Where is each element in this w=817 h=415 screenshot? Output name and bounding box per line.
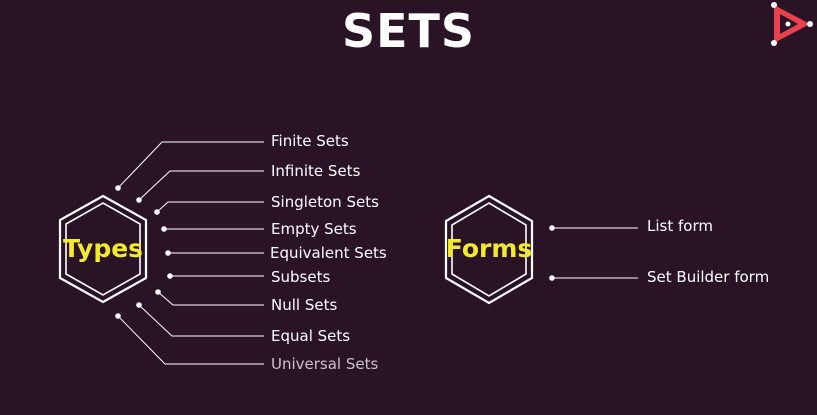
forms-label: Forms	[445, 234, 533, 263]
types-item-null-sets: Null Sets	[271, 296, 338, 314]
types-label: Types	[62, 234, 144, 263]
connector-universal-sets	[117, 315, 264, 365]
forms-connectors	[552, 227, 638, 279]
types-item-universal-sets: Universal Sets	[271, 355, 379, 373]
diagram-canvas	[58, 141, 638, 365]
forms-connector-dots	[549, 225, 555, 281]
types-item-finite-sets: Finite Sets	[271, 132, 349, 150]
forms-item-list-form: List form	[647, 217, 713, 235]
types-item-subsets: Subsets	[271, 268, 331, 286]
types-item-equivalent-sets: Equivalent Sets	[270, 244, 387, 262]
types-item-singleton-sets: Singleton Sets	[271, 193, 379, 211]
connector-singleton-sets	[156, 201, 264, 213]
slide: SETS Types Forms Finite Sets Infinite Se…	[0, 0, 817, 415]
connector-null-sets	[157, 291, 264, 306]
types-item-infinite-sets: Infinite Sets	[271, 162, 361, 180]
connector-infinite-sets	[138, 170, 264, 201]
types-item-equal-sets: Equal Sets	[271, 327, 351, 345]
forms-item-set-builder-form: Set Builder form	[647, 268, 770, 286]
types-item-empty-sets: Empty Sets	[271, 220, 357, 238]
connector-finite-sets	[117, 141, 264, 189]
connector-equal-sets	[138, 304, 264, 337]
